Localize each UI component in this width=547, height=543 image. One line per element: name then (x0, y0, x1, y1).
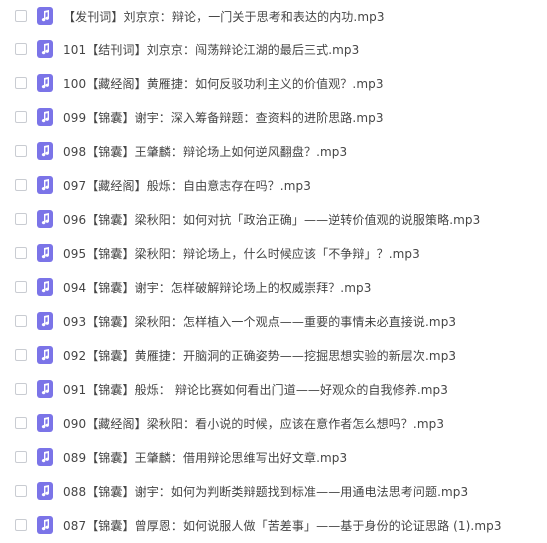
file-name[interactable]: 096【锦囊】梁秋阳：如何对抗「政治正确」——逆转价值观的说服策略.mp3 (63, 211, 480, 228)
music-note-icon (37, 142, 53, 160)
row-checkbox[interactable] (15, 43, 27, 55)
music-note-icon (37, 516, 53, 534)
row-checkbox[interactable] (15, 77, 27, 89)
file-row[interactable]: 094【锦囊】谢宇：怎样破解辩论场上的权威崇拜？.mp3 (0, 270, 547, 304)
file-row[interactable]: 099【锦囊】谢宇：深入筹备辩题：查资料的进阶思路.mp3 (0, 100, 547, 134)
row-checkbox[interactable] (15, 145, 27, 157)
row-checkbox[interactable] (15, 111, 27, 123)
file-row[interactable]: 【发刊词】刘京京：辩论，一门关于思考和表达的内功.mp3 (0, 0, 547, 32)
file-row[interactable]: 100【藏经阁】黄雁捷：如何反驳功利主义的价值观？.mp3 (0, 66, 547, 100)
row-checkbox[interactable] (15, 179, 27, 191)
music-note-icon (37, 312, 53, 330)
row-checkbox[interactable] (15, 315, 27, 327)
music-note-icon (37, 244, 53, 262)
file-name[interactable]: 091【锦囊】般烁： 辩论比赛如何看出门道——好观众的自我修养.mp3 (63, 381, 448, 398)
file-name[interactable]: 089【锦囊】王肇麟：借用辩论思维写出好文章.mp3 (63, 449, 347, 466)
music-note-icon (37, 380, 53, 398)
row-checkbox[interactable] (15, 247, 27, 259)
row-checkbox[interactable] (15, 519, 27, 531)
file-name[interactable]: 098【锦囊】王肇麟：辩论场上如何逆风翻盘？.mp3 (63, 143, 347, 160)
file-name[interactable]: 099【锦囊】谢宇：深入筹备辩题：查资料的进阶思路.mp3 (63, 109, 384, 126)
file-name[interactable]: 088【锦囊】谢宇：如何为判断类辩题找到标准——用通电法思考问题.mp3 (63, 483, 468, 500)
file-row[interactable]: 090【藏经阁】梁秋阳：看小说的时候，应该在意作者怎么想吗？.mp3 (0, 406, 547, 440)
music-note-icon (37, 414, 53, 432)
file-name[interactable]: 101【结刊词】刘京京：闯荡辩论江湖的最后三式.mp3 (63, 41, 359, 58)
row-checkbox[interactable] (15, 485, 27, 497)
file-row[interactable]: 096【锦囊】梁秋阳：如何对抗「政治正确」——逆转价值观的说服策略.mp3 (0, 202, 547, 236)
file-row[interactable]: 101【结刊词】刘京京：闯荡辩论江湖的最后三式.mp3 (0, 32, 547, 66)
music-note-icon (37, 346, 53, 364)
row-checkbox[interactable] (15, 451, 27, 463)
row-checkbox[interactable] (15, 213, 27, 225)
row-checkbox[interactable] (15, 383, 27, 395)
music-note-icon (37, 278, 53, 296)
file-row[interactable]: 089【锦囊】王肇麟：借用辩论思维写出好文章.mp3 (0, 440, 547, 474)
file-row[interactable]: 088【锦囊】谢宇：如何为判断类辩题找到标准——用通电法思考问题.mp3 (0, 474, 547, 508)
row-checkbox[interactable] (15, 281, 27, 293)
music-note-icon (37, 108, 53, 126)
file-name[interactable]: 100【藏经阁】黄雁捷：如何反驳功利主义的价值观？.mp3 (63, 75, 384, 92)
music-note-icon (37, 7, 53, 25)
music-note-icon (37, 74, 53, 92)
file-name[interactable]: 092【锦囊】黄雁捷：开脑洞的正确姿势——挖掘思想实验的新层次.mp3 (63, 347, 456, 364)
file-name[interactable]: 095【锦囊】梁秋阳：辩论场上，什么时候应该「不争辩」？.mp3 (63, 245, 420, 262)
file-name[interactable]: 090【藏经阁】梁秋阳：看小说的时候，应该在意作者怎么想吗？.mp3 (63, 415, 444, 432)
file-row[interactable]: 087【锦囊】曾厚恩：如何说服人做「苦差事」——基于身份的论证思路 (1).mp… (0, 508, 547, 542)
file-name[interactable]: 【发刊词】刘京京：辩论，一门关于思考和表达的内功.mp3 (63, 8, 385, 25)
row-checkbox[interactable] (15, 349, 27, 361)
file-list: 【发刊词】刘京京：辩论，一门关于思考和表达的内功.mp3 101【结刊词】刘京京… (0, 0, 547, 543)
file-row[interactable]: 095【锦囊】梁秋阳：辩论场上，什么时候应该「不争辩」？.mp3 (0, 236, 547, 270)
file-name[interactable]: 097【藏经阁】般烁：自由意志存在吗？.mp3 (63, 177, 311, 194)
file-row[interactable]: 093【锦囊】梁秋阳：怎样植入一个观点——重要的事情未必直接说.mp3 (0, 304, 547, 338)
file-row[interactable]: 091【锦囊】般烁： 辩论比赛如何看出门道——好观众的自我修养.mp3 (0, 372, 547, 406)
row-checkbox[interactable] (15, 10, 27, 22)
music-note-icon (37, 482, 53, 500)
file-name[interactable]: 094【锦囊】谢宇：怎样破解辩论场上的权威崇拜？.mp3 (63, 279, 371, 296)
music-note-icon (37, 176, 53, 194)
file-row[interactable]: 092【锦囊】黄雁捷：开脑洞的正确姿势——挖掘思想实验的新层次.mp3 (0, 338, 547, 372)
music-note-icon (37, 210, 53, 228)
row-checkbox[interactable] (15, 417, 27, 429)
music-note-icon (37, 40, 53, 58)
file-name[interactable]: 093【锦囊】梁秋阳：怎样植入一个观点——重要的事情未必直接说.mp3 (63, 313, 456, 330)
music-note-icon (37, 448, 53, 466)
file-row[interactable]: 097【藏经阁】般烁：自由意志存在吗？.mp3 (0, 168, 547, 202)
file-row[interactable]: 098【锦囊】王肇麟：辩论场上如何逆风翻盘？.mp3 (0, 134, 547, 168)
file-name[interactable]: 087【锦囊】曾厚恩：如何说服人做「苦差事」——基于身份的论证思路 (1).mp… (63, 517, 502, 534)
